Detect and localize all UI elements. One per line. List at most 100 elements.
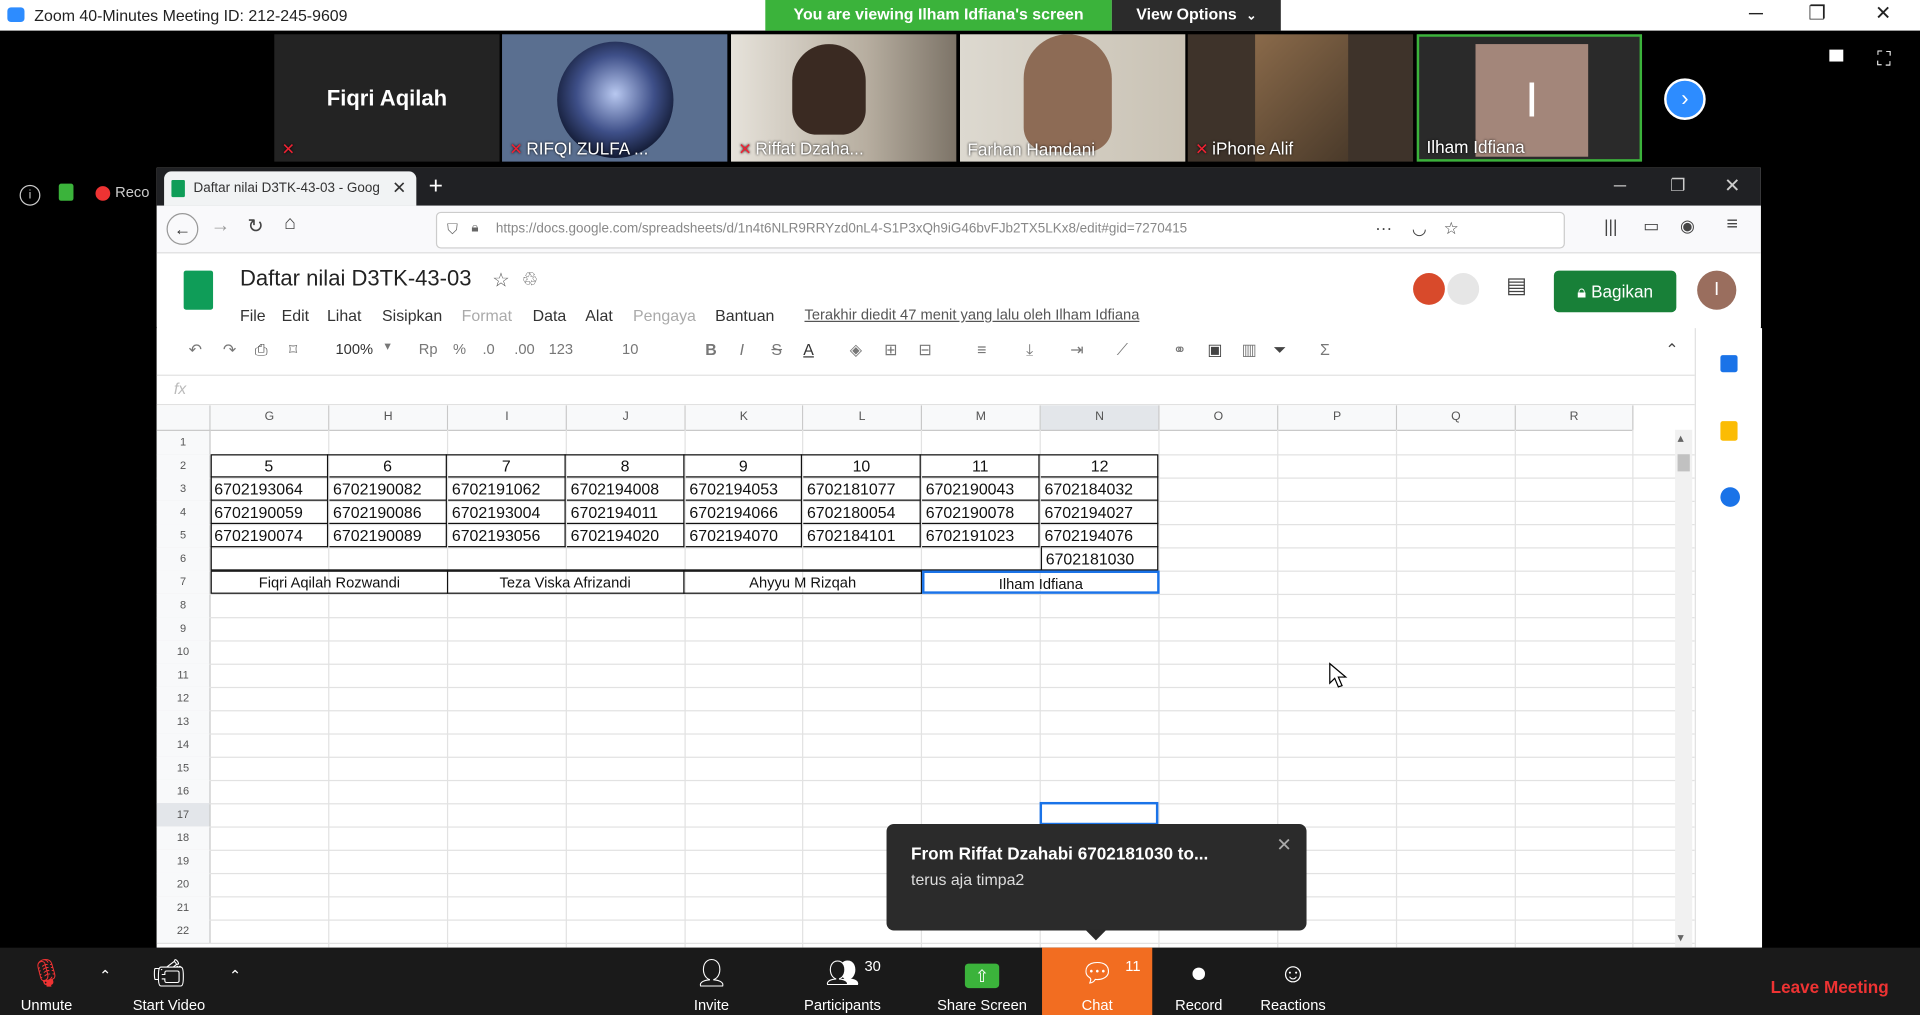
collapse-menu-icon[interactable]: ⌃ [1665,340,1678,360]
restore-button[interactable]: ❐ [1793,0,1842,31]
participant-tile[interactable]: Farhan Hamdani [960,34,1186,162]
table-cell[interactable]: 6702190059 [210,500,329,525]
table-cell[interactable]: 6702194011 [566,500,685,525]
column-header[interactable]: Q [1397,405,1516,431]
table-cell[interactable]: 6702191023 [922,524,1040,548]
hamburger-menu-icon[interactable]: ≡ [1727,214,1738,236]
paint-format-icon[interactable]: ⌑ [289,340,297,360]
table-cell[interactable]: 6702190089 [329,524,447,548]
participant-tile-active-speaker[interactable]: I Ilham Idfiana [1416,34,1643,162]
more-formats[interactable]: 123 [549,340,574,357]
table-cell[interactable]: 6702184032 [1040,478,1159,501]
row-header[interactable]: 1 [156,430,211,456]
view-options-button[interactable]: View Options ⌄ [1111,0,1281,31]
table-cell[interactable]: 6702180054 [803,500,921,525]
currency-format[interactable]: Rp [419,340,438,357]
forward-button[interactable]: → [211,215,231,237]
close-tab-icon[interactable]: ✕ [392,178,406,199]
participant-tile[interactable]: ✕ Riffat Dzaha... [731,34,957,162]
zoom-select[interactable]: 100% [336,340,374,357]
table-cell[interactable]: 6702194076 [1040,524,1159,548]
menu-data[interactable]: Data [533,306,567,324]
row-header[interactable]: 5 [156,524,211,549]
table-cell[interactable]: 6702181077 [803,477,921,501]
column-header[interactable]: L [803,405,923,431]
start-video-button[interactable]: 📹︎ Start Video [125,957,213,1013]
participant-tile[interactable]: ✕ RIFQI ZULFA ... [502,34,728,162]
info-icon[interactable]: i [19,184,41,206]
row-header[interactable]: 14 [156,733,211,758]
table-cell[interactable]: 6702181030 [1040,547,1159,571]
row-header[interactable]: 20 [156,872,211,898]
font-size-select[interactable]: 10 [622,340,638,357]
row-header[interactable]: 8 [156,593,211,619]
table-cell[interactable]: 6702190086 [329,500,447,525]
table-cell[interactable]: 6702190074 [210,524,329,548]
merged-name-cell-selected[interactable]: Ilham Idfiana [922,570,1160,594]
sidebar-icon[interactable]: ▭ [1643,215,1659,236]
table-cell[interactable]: 8 [566,454,685,478]
table-cell[interactable]: 6702190082 [329,477,447,501]
address-bar[interactable]: ⛉ 🔒︎ https://docs.google.com/spreadsheet… [435,211,1565,249]
table-cell[interactable]: 6 [329,454,447,478]
column-header[interactable]: H [329,405,449,431]
merge-cells-icon[interactable]: ⊟ [918,340,931,360]
table-cell[interactable]: 6702194066 [685,500,803,525]
increase-decimal[interactable]: .00 [514,340,534,357]
gallery-view-icon[interactable]: ▀ [1829,51,1843,73]
table-cell[interactable]: 6702193056 [448,524,566,548]
text-color-icon[interactable]: A [803,340,814,358]
row-header[interactable]: 9 [156,617,211,642]
column-header[interactable]: R [1515,405,1634,431]
row-header[interactable]: 15 [156,756,211,782]
participants-button[interactable]: 👥︎ Participants 30 [793,957,891,1013]
decrease-decimal[interactable]: .0 [482,340,494,357]
user-avatar[interactable]: I [1697,270,1737,310]
menu-view[interactable]: Lihat [327,306,362,324]
unmute-button[interactable]: 🎙︎ Unmute [12,957,81,1013]
reactions-button[interactable]: ☺︎ Reactions [1254,957,1332,1013]
table-cell[interactable]: 12 [1040,454,1159,478]
percent-format[interactable]: % [453,340,466,357]
row-header[interactable]: 19 [156,849,211,875]
menu-help[interactable]: Bantuan [715,306,774,324]
back-button[interactable]: ← [166,213,199,245]
menu-format[interactable]: Format [462,306,512,324]
filter-icon[interactable]: ⏷ [1273,340,1286,360]
leave-meeting-button[interactable]: Leave Meeting [1771,977,1889,997]
browser-restore-button[interactable]: ❐ [1670,175,1685,196]
document-title[interactable]: Daftar nilai D3TK-43-03 [240,266,472,292]
calendar-icon[interactable] [1720,355,1738,373]
row-header[interactable]: 6 [156,547,211,572]
row-header[interactable]: 3 [156,477,211,502]
column-header[interactable]: P [1278,405,1398,431]
move-icon[interactable]: ♲ [522,268,538,290]
browser-tab[interactable]: Daftar nilai D3TK-43-03 - Goog ✕ [164,171,417,206]
library-icon[interactable]: ||| [1604,217,1617,237]
participant-tile[interactable]: Fiqri Aqilah ✕ [274,34,500,162]
insert-link-icon[interactable]: ⚭ [1173,340,1186,360]
pocket-icon[interactable]: ◡ [1412,218,1427,239]
scroll-thumb[interactable] [1677,454,1690,472]
row-header[interactable]: 13 [156,710,211,735]
browser-minimize-button[interactable]: ─ [1614,175,1626,195]
audio-options-chevron-icon[interactable]: ⌃ [93,967,117,984]
table-cell[interactable]: 5 [210,454,329,478]
sheets-logo-icon[interactable] [183,270,214,310]
undo-icon[interactable]: ↶ [189,340,202,360]
scroll-down-icon[interactable]: ▾ [1678,932,1684,945]
table-cell[interactable]: 7 [448,454,566,478]
record-button[interactable]: ⏺ Record [1171,957,1227,1013]
share-screen-button[interactable]: ⇧ Share Screen [931,957,1034,1014]
fullscreen-icon[interactable]: ⛶ [1877,49,1891,71]
close-icon[interactable]: ✕ [1276,834,1291,856]
vertical-scrollbar[interactable]: ▴ ▾ [1675,429,1693,948]
table-cell[interactable]: 6702194020 [566,524,685,548]
merged-name-cell[interactable]: Ahyyu M Rizqah [684,570,923,594]
invite-button[interactable]: 👤︎ Invite [683,957,739,1013]
video-options-chevron-icon[interactable]: ⌃ [223,967,247,984]
chat-button[interactable]: 💬︎ Chat 11 [1042,947,1153,1015]
row-header[interactable]: 16 [156,779,211,805]
fill-color-icon[interactable]: ◈ [850,340,862,360]
table-cell[interactable]: 11 [922,454,1040,478]
